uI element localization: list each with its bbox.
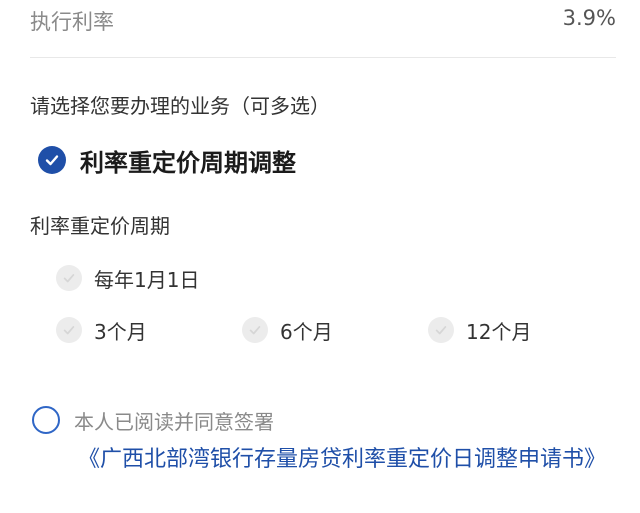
- radio-circle-icon: [32, 406, 60, 434]
- divider: [30, 57, 616, 58]
- period-title: 利率重定价周期: [30, 214, 170, 238]
- period-option-label: 12个月: [466, 319, 532, 344]
- period-option-label: 每年1月1日: [94, 267, 200, 292]
- business-option-rate-repricing[interactable]: 利率重定价周期调整: [38, 140, 296, 180]
- agreement-checkbox[interactable]: 本人已阅读并同意签署: [32, 403, 274, 437]
- business-prompt: 请选择您要办理的业务（可多选）: [30, 94, 330, 118]
- rate-label: 执行利率: [30, 10, 114, 34]
- check-circle-icon: [38, 146, 66, 174]
- period-option-3-months[interactable]: 3个月: [56, 314, 147, 346]
- period-option-jan1[interactable]: 每年1月1日: [56, 262, 199, 294]
- agreement-document-title: 《广西北部湾银行存量房贷利率重定价日调整申请书》: [78, 447, 607, 472]
- check-circle-icon: [56, 317, 82, 343]
- agreement-label: 本人已阅读并同意签署: [74, 409, 274, 434]
- rate-row: 执行利率 3.9%: [30, 6, 616, 40]
- agreement-document-link[interactable]: 《广西北部湾银行存量房贷利率重定价日调整申请书》: [30, 442, 620, 478]
- business-option-label: 利率重定价周期调整: [80, 148, 296, 177]
- check-circle-icon: [56, 265, 82, 291]
- rate-value: 3.9%: [562, 6, 616, 30]
- period-option-label: 6个月: [280, 319, 333, 344]
- check-circle-icon: [242, 317, 268, 343]
- check-circle-icon: [428, 317, 454, 343]
- period-option-12-months[interactable]: 12个月: [428, 314, 531, 346]
- period-option-label: 3个月: [94, 319, 147, 344]
- period-option-6-months[interactable]: 6个月: [242, 314, 333, 346]
